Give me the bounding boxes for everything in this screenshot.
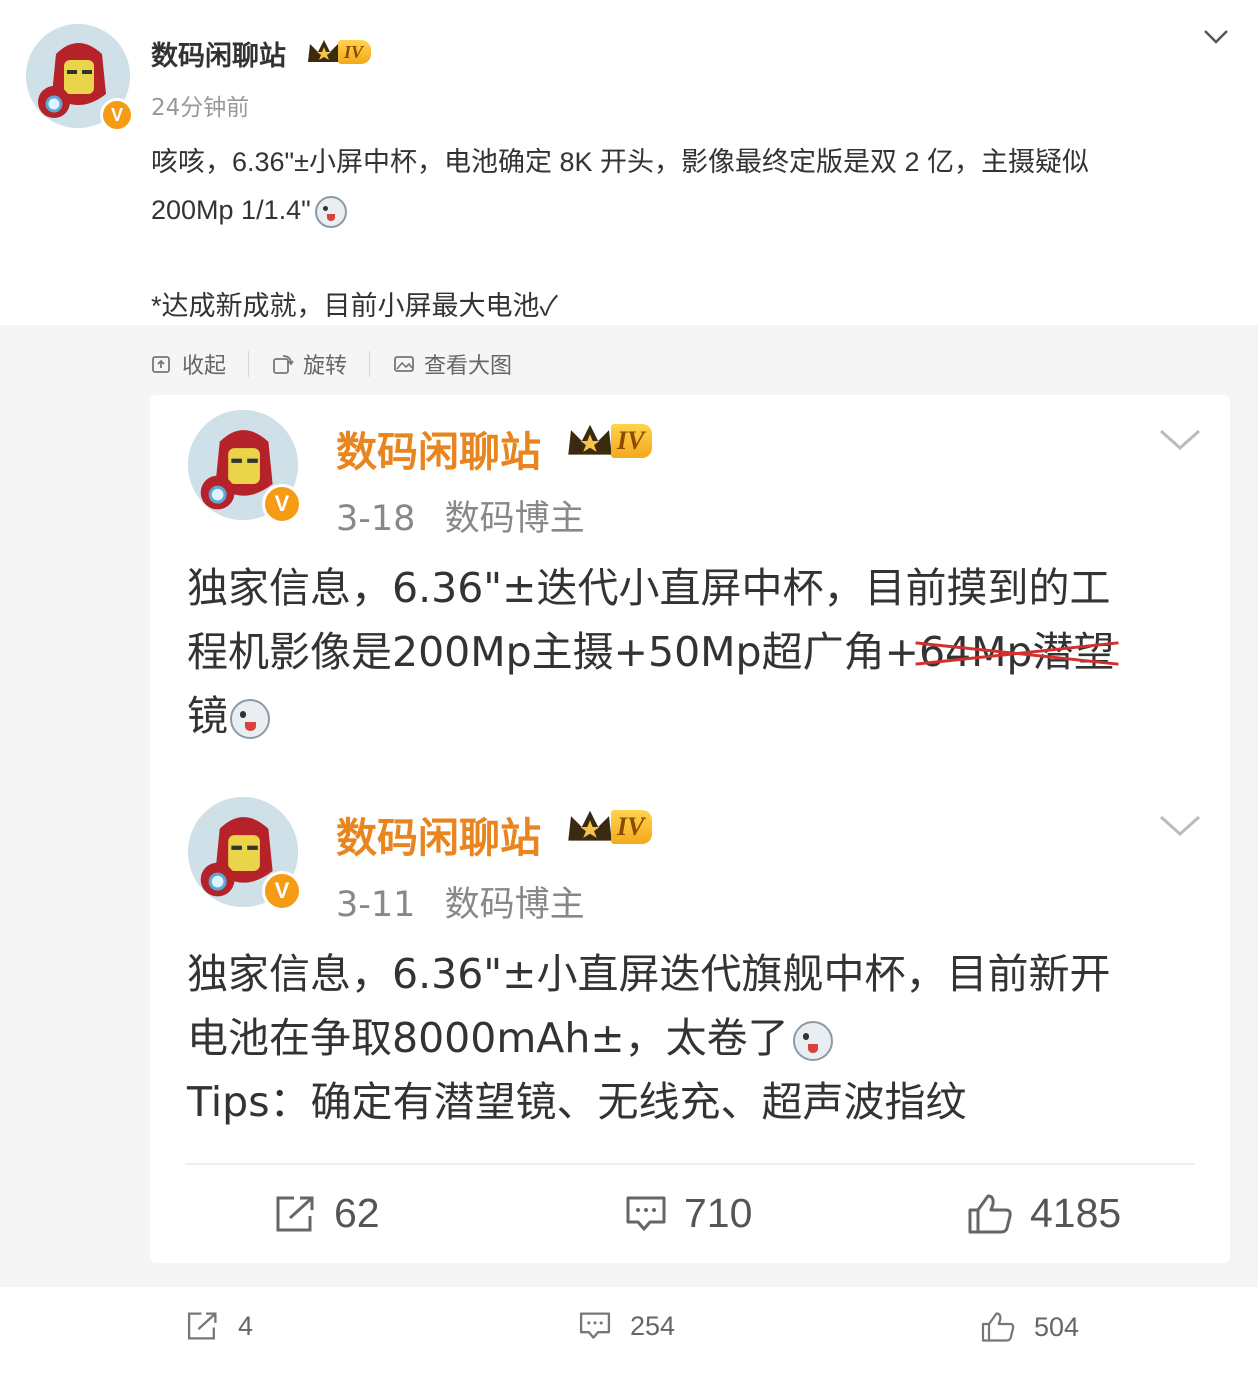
post-line: *达成新成就，目前小屏最大电池✓ [151, 291, 558, 321]
quoted-line: 程机影像是200Mp主摄+50Mp超广角+64Mp潜望 [187, 620, 1177, 684]
quoted-meta: 3-18 数码博主 [336, 490, 585, 541]
comment-count: 254 [630, 1310, 676, 1341]
vip-level-badge: IV [306, 38, 372, 66]
vip-level-text: IV [611, 424, 653, 458]
chevron-down-icon[interactable] [1202, 28, 1230, 46]
collapse-label: 收起 [182, 354, 227, 379]
quoted-body: 独家信息，6.36"±小直屏迭代旗舰中杯，目前新开 电池在争取8000mAh±，… [187, 942, 1177, 1134]
vip-level-text: IV [611, 810, 653, 844]
struck-text: 64Mp潜望 [919, 620, 1115, 684]
post-line [151, 234, 1211, 282]
quoted-role: 数码博主 [444, 885, 585, 925]
view-large-label: 查看大图 [424, 354, 513, 379]
author-avatar[interactable]: V [26, 24, 134, 132]
repost-count: 4 [238, 1310, 254, 1341]
repost-button[interactable]: 4 [186, 1310, 253, 1342]
quoted-line: Tips：确定有潜望镜、无线充、超声波指纹 [187, 1078, 967, 1126]
divider [369, 351, 371, 377]
quoted-line: 独家信息，6.36"±迭代小直屏中杯，目前摸到的工 [187, 564, 1111, 612]
thumbs-up-icon [968, 1194, 1012, 1233]
chevron-down-icon [1159, 429, 1201, 451]
post-line: 200Mp 1/1.4" [151, 186, 1211, 234]
verified-badge-icon: V [100, 98, 134, 132]
repost-icon [187, 1312, 217, 1340]
repost-icon [276, 1196, 314, 1231]
card-repost-count: 62 [274, 1190, 380, 1237]
like-button[interactable]: 504 [980, 1310, 1079, 1344]
quoted-line: 镜 [187, 684, 1177, 748]
vip-level-text: IV [338, 40, 372, 64]
quoted-line: 独家信息，6.36"±小直屏迭代旗舰中杯，目前新开 [187, 950, 1111, 998]
rotate-icon [273, 355, 294, 374]
crown-icon [308, 40, 340, 62]
quoted-role: 数码博主 [444, 499, 585, 539]
card-comment-count: 710 [624, 1190, 752, 1237]
post-body: 咳咳，6.36"±小屏中杯，电池确定 8K 开头，影像最终定版是双 2 亿，主摄… [151, 138, 1211, 330]
post-time: 24分钟前 [151, 95, 250, 121]
quoted-date: 3-18 [336, 499, 416, 539]
divider [185, 1163, 1195, 1165]
quoted-avatar: V [188, 797, 302, 911]
doge-emoji-icon [314, 195, 347, 228]
view-large-button[interactable]: 查看大图 [392, 348, 512, 380]
quoted-author-name: 数码闲聊站 [336, 428, 541, 476]
quoted-date: 3-11 [336, 885, 416, 925]
collapse-icon [152, 356, 170, 373]
verified-badge-icon: V [262, 484, 302, 524]
quoted-line: 电池在争取8000mAh±，太卷了 [187, 1006, 1177, 1070]
quoted-body: 独家信息，6.36"±迭代小直屏中杯，目前摸到的工 程机影像是200Mp主摄+5… [187, 556, 1177, 748]
comment-button[interactable]: 254 [578, 1310, 675, 1342]
vip-level-badge: IV [565, 808, 653, 846]
rotate-button[interactable]: 旋转 [271, 348, 347, 380]
comment-icon [579, 1312, 611, 1339]
crown-icon [568, 810, 612, 841]
vip-level-badge: IV [565, 422, 653, 460]
comment-icon [626, 1196, 666, 1230]
quoted-meta: 3-11 数码博主 [336, 876, 585, 927]
verified-badge-icon: V [262, 871, 302, 911]
like-count: 504 [1034, 1311, 1080, 1342]
post-line: 咳咳，6.36"±小屏中杯，电池确定 8K 开头，影像最终定版是双 2 亿，主摄… [151, 147, 1089, 177]
post-author-name[interactable]: 数码闲聊站 [151, 34, 286, 73]
image-icon [394, 356, 414, 372]
thumbs-up-icon [981, 1312, 1015, 1342]
card-like-count: 4185 [966, 1190, 1121, 1237]
doge-emoji-icon [792, 1021, 833, 1061]
image-toolbar: 收起 旋转 查看大图 [150, 348, 512, 380]
chevron-down-icon [1159, 815, 1201, 837]
doge-emoji-icon [230, 699, 270, 739]
divider [248, 351, 250, 377]
crown-icon [568, 424, 612, 455]
rotate-label: 旋转 [303, 354, 348, 379]
collapse-button[interactable]: 收起 [150, 348, 226, 380]
quoted-avatar: V [188, 410, 302, 524]
quoted-author-name: 数码闲聊站 [336, 814, 541, 862]
